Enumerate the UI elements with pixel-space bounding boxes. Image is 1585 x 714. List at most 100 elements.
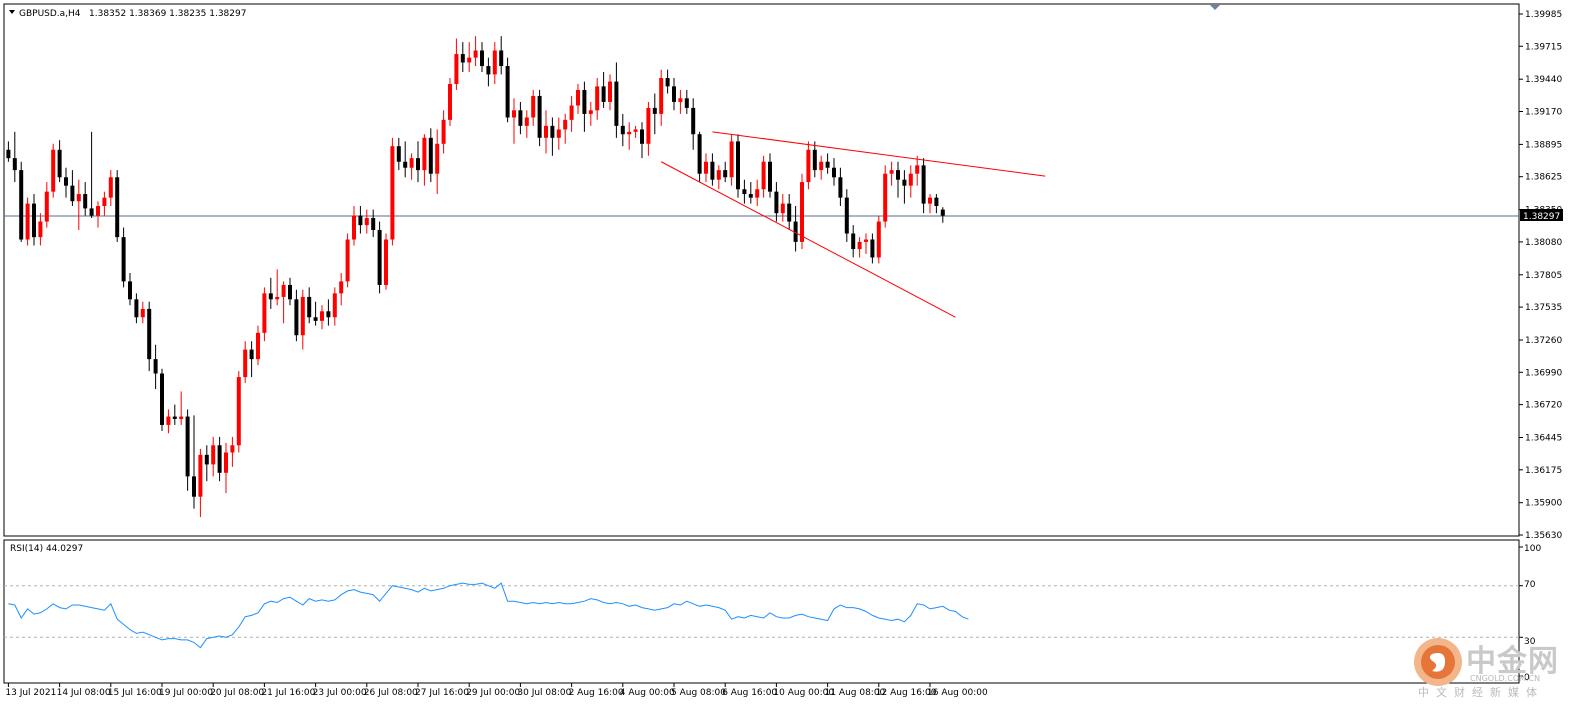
candle-body [755, 189, 760, 198]
watermark-sub: 中文财经新媒体 [1418, 686, 1544, 699]
candle-body [454, 54, 459, 84]
candle-body [576, 89, 580, 106]
candle-body [371, 217, 376, 230]
candle-body [294, 299, 299, 336]
candle-body [633, 129, 638, 132]
time-tick-label: 23 Jul 00:00 [313, 688, 367, 698]
candle-body [256, 332, 260, 360]
price-tick-label: 1.36445 [1525, 433, 1562, 443]
candle-body [313, 317, 318, 321]
price-tick-label: 1.36990 [1525, 368, 1562, 378]
candle-body [537, 95, 542, 138]
price-tick-label: 1.35900 [1525, 499, 1562, 509]
price-tick-label: 1.38625 [1525, 173, 1562, 183]
candle-body [332, 293, 337, 318]
candle-body [768, 161, 772, 192]
candle-body [83, 194, 88, 209]
candle-body [697, 134, 702, 174]
time-tick-label: 13 Jul 2021 [5, 688, 56, 698]
price-tick-label: 1.36720 [1525, 401, 1562, 411]
candle-body [518, 110, 523, 126]
candle-body [326, 311, 331, 318]
candle-body [51, 149, 56, 192]
candle-body [704, 161, 708, 174]
time-tick-label: 15 Jul 16:00 [108, 688, 162, 698]
candle-body [422, 137, 427, 171]
candle-body [416, 158, 420, 171]
candle-body [480, 50, 484, 67]
candle-body [736, 141, 740, 190]
price-chart[interactable]: 1.39985 1.39715 1.39440 1.39170 1.38895 1.386… [0, 0, 1585, 714]
candle-body [659, 78, 664, 114]
candle-body [652, 107, 657, 114]
candle-body [64, 177, 68, 186]
candle-body [352, 215, 356, 240]
candle-body [364, 217, 369, 226]
candle-body [358, 215, 363, 226]
candle-body [742, 189, 747, 195]
candle-body [288, 284, 292, 300]
time-tick-label: 5 Aug 08:00 [671, 688, 726, 698]
chart-header: GBPUSD.a,H4 1.38352 1.38369 1.38235 1.38… [9, 9, 246, 19]
candle-body [857, 241, 862, 250]
candle-body [25, 203, 30, 240]
candle-body [32, 203, 36, 238]
candle-body [179, 416, 184, 419]
candle-body [800, 182, 804, 242]
candle-body [236, 377, 241, 446]
candle-body [889, 170, 894, 174]
candle-body [128, 281, 132, 300]
candle-body [224, 452, 228, 473]
price-tick-label: 1.36175 [1525, 466, 1562, 476]
candle-body [896, 170, 900, 180]
candle-body [710, 161, 715, 180]
time-tick-label: 21 Jul 16:00 [261, 688, 315, 698]
cngold-logo-icon [1414, 638, 1462, 686]
candle-body [467, 57, 472, 63]
candle-body [76, 194, 81, 202]
candle-body [492, 50, 497, 75]
candle-body [19, 170, 24, 240]
candle-body [262, 293, 267, 333]
candle-body [204, 454, 209, 465]
time-tick-label: 26 Jul 08:00 [364, 688, 418, 698]
candle-body [691, 107, 696, 135]
candle-body [780, 203, 785, 214]
candle-body [441, 119, 446, 144]
candle-body [902, 179, 907, 186]
candle-body [940, 209, 945, 216]
candle-body [556, 129, 561, 138]
time-tick-label: 29 Jul 00:00 [466, 688, 520, 698]
rsi-label: RSI(14) 44.0297 [10, 544, 83, 554]
time-tick-label: 30 Jul 08:00 [517, 688, 571, 698]
current-price-tag: 1.38297 [1520, 209, 1563, 222]
rsi-panel [3, 539, 1520, 684]
candle-body [147, 308, 152, 360]
candle-body [70, 185, 75, 202]
candle-body [563, 119, 568, 130]
price-tick-label: 1.38895 [1525, 140, 1562, 150]
candle-body [428, 137, 433, 174]
candle-body [403, 161, 408, 168]
candle-body [524, 117, 529, 126]
candle-body [243, 349, 248, 378]
time-tick-label: 14 Jul 08:00 [57, 688, 111, 698]
candle-body [172, 416, 177, 419]
candle-body [211, 445, 216, 465]
price-tick-label: 1.39985 [1525, 10, 1562, 20]
candle-body [320, 311, 324, 321]
candle-body [12, 158, 17, 171]
candle-body [678, 98, 683, 102]
candle-body [160, 373, 164, 425]
candle-body [819, 161, 824, 171]
candle-body [153, 359, 158, 374]
candle-body [140, 308, 145, 318]
candle-body [748, 194, 753, 198]
candle-body [883, 173, 888, 222]
candle-body [115, 177, 120, 238]
time-tick-label: 19 Jul 00:00 [159, 688, 213, 698]
candle-body [876, 221, 881, 258]
candle-body [57, 149, 62, 178]
candle-body [838, 177, 843, 198]
candle-body [192, 476, 196, 497]
